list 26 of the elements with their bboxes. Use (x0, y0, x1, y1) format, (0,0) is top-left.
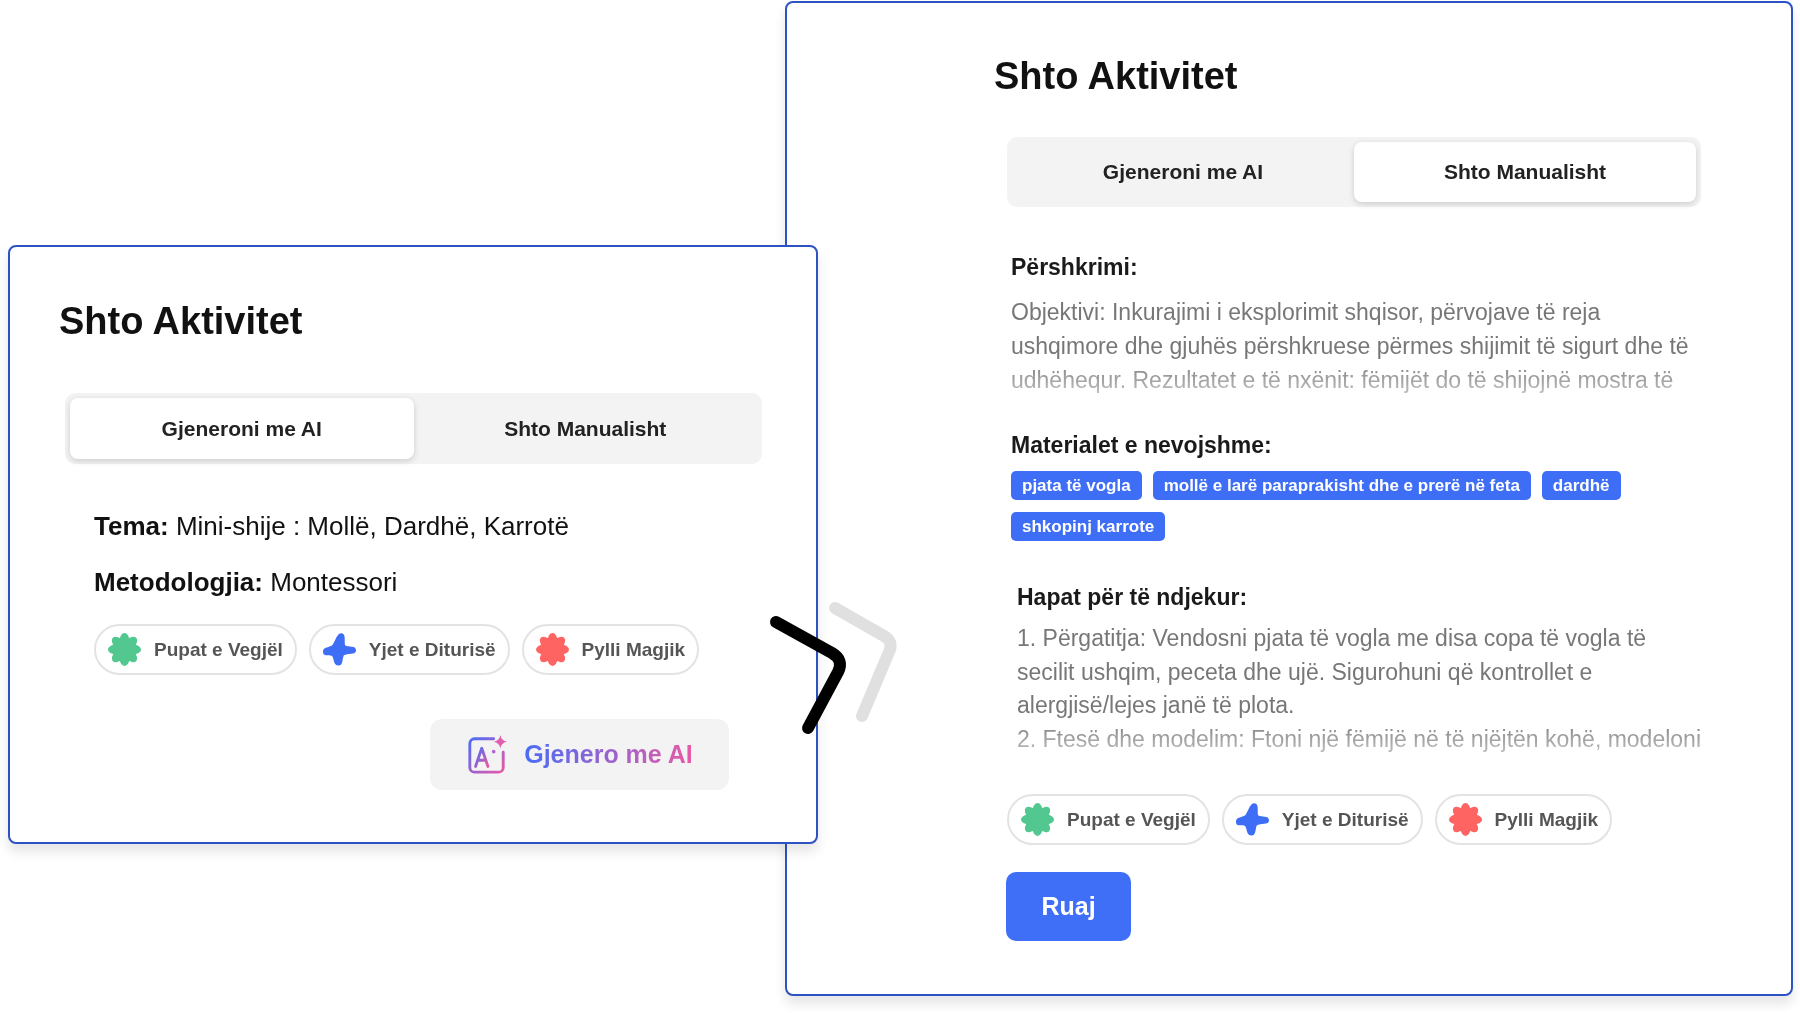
step-text: 2. Ftesë dhe modelim: Ftoni një fëmijë në të njëjtën kohë, modeloni (1017, 724, 1702, 754)
ai-sparkle-icon (466, 733, 509, 776)
description-text: Objektivi: Inkurajimi i eksplorimit shqisor, përvojave të reja ushqimore dhe gjuhës përshkruese përmes shijimit të sigurt dhe të udhëhequr. Rezultatet e të nxënit: fëmijët do të shijojnë mostra të (1011, 298, 1690, 395)
tab[interactable]: Shto Manualisht (413, 398, 757, 459)
section-heading: Materialet e nevojshme: (1011, 431, 1272, 460)
material-tag: shkopinj karrote (1011, 512, 1166, 541)
group-chip[interactable]: Yjet e Diturisë (308, 624, 510, 675)
group-chip[interactable]: Pylli Magjik (1434, 794, 1613, 845)
section-heading: Përshkrimi: (1011, 253, 1138, 282)
tab[interactable]: Gjeneroni me AI (70, 398, 414, 459)
section-heading: Hapat për të ndjekur: (1017, 583, 1248, 612)
group-chip[interactable]: Pupat e Vegjël (94, 624, 297, 675)
material-tag: dardhë (1541, 471, 1621, 500)
tab[interactable]: Shto Manualisht (1354, 142, 1696, 202)
material-tag: mollë e larë paraprakisht dhe e prerë në feta (1152, 471, 1531, 500)
field-text: Metodologjia: Montessori (94, 566, 398, 599)
tab[interactable]: Gjeneroni me AI (1012, 142, 1354, 202)
card-title: Shto Aktivitet (59, 299, 303, 344)
group-chip[interactable]: Pupat e Vegjël (1007, 794, 1210, 845)
material-tag: pjata të vogla (1011, 471, 1142, 500)
save-button[interactable]: Ruaj (1006, 872, 1131, 941)
field-text: Tema: Mini-shije : Mollë, Dardhë, Karrotë (94, 510, 569, 543)
group-chip[interactable]: Pylli Magjik (521, 624, 700, 675)
card-title: Shto Aktivitet (994, 54, 1238, 99)
group-chip[interactable]: Yjet e Diturisë (1221, 794, 1423, 845)
step-text: 1. Përgatitja: Vendosni pjata të vogla me disa copa të vogla të secilit ushqim, peceta dhe ujë. Sigurohuni që kontrollet e alergjisë/lejes janë të plota. (1017, 624, 1648, 720)
